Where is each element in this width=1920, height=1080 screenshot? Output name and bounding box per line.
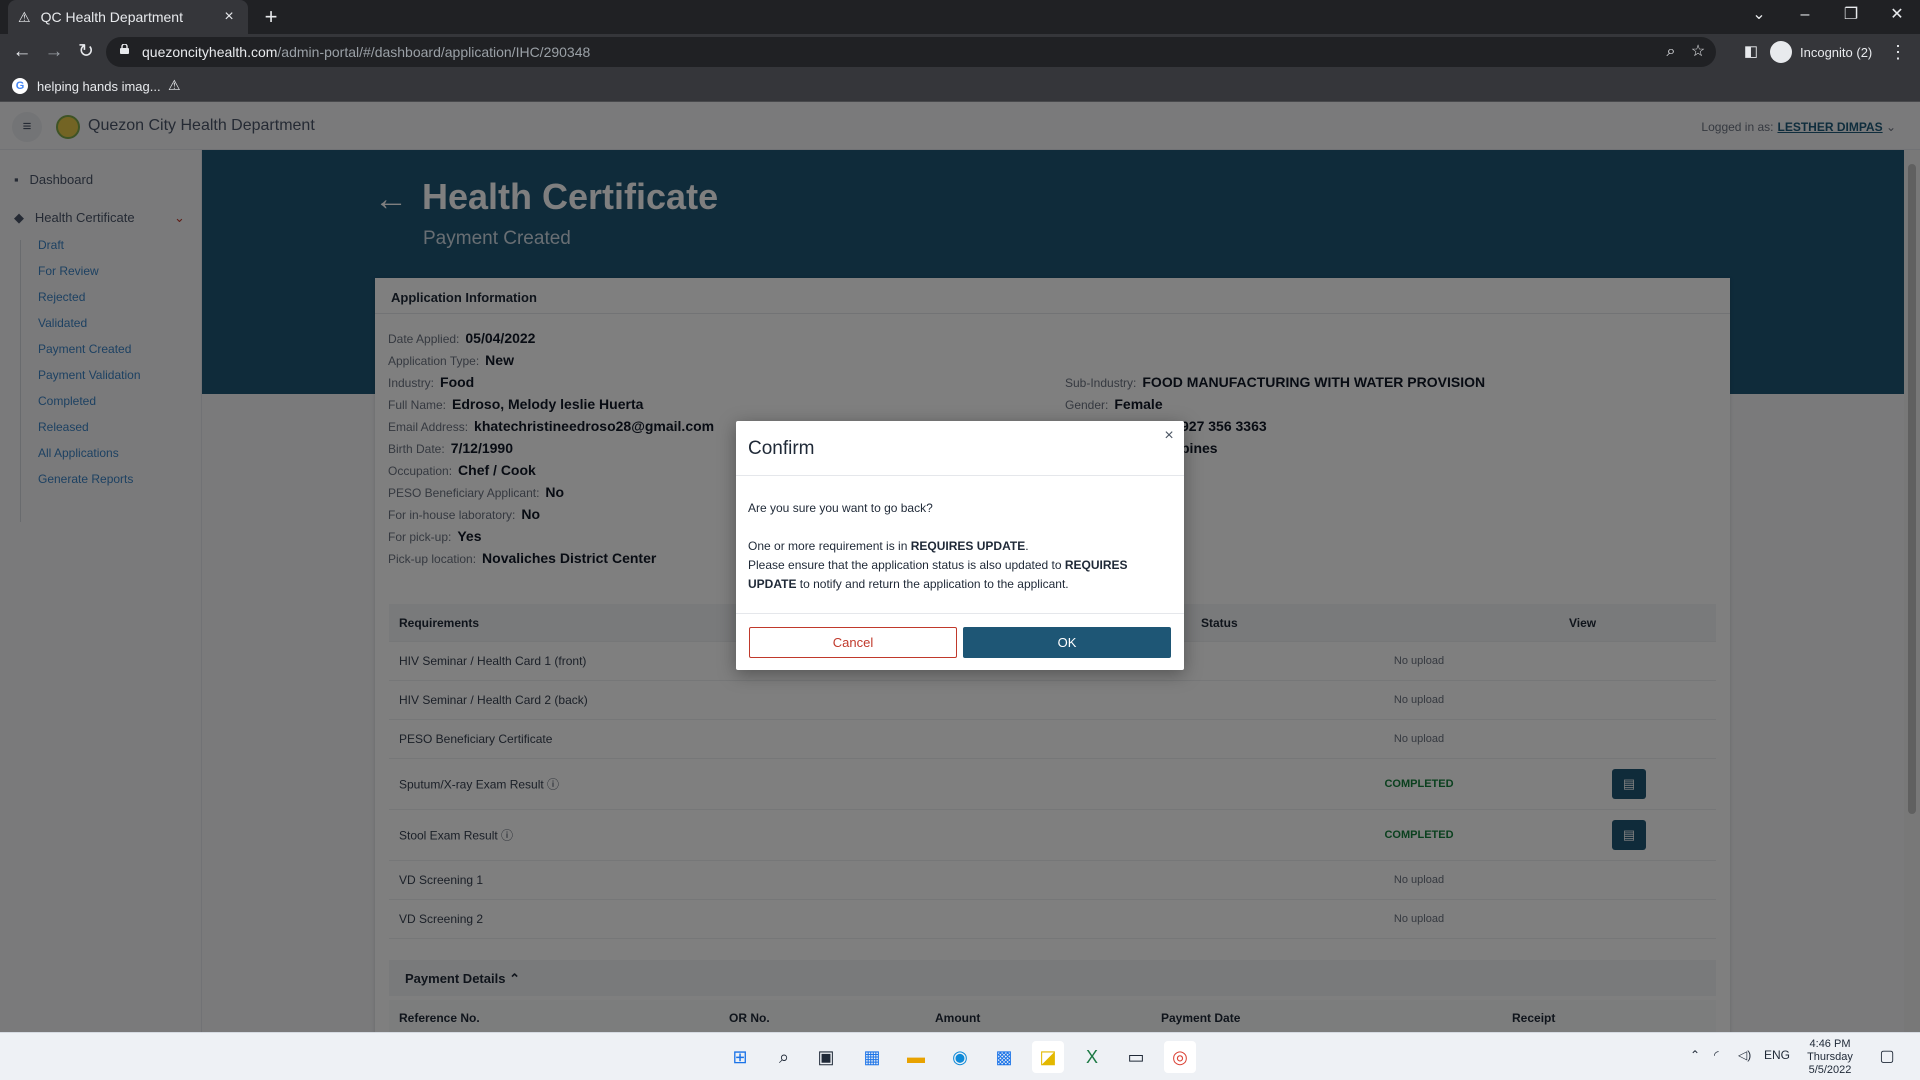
tab-title: QC Health Department [40, 9, 183, 25]
language-indicator[interactable]: ENG [1764, 1048, 1790, 1062]
restore-icon[interactable]: ❐ [1828, 0, 1874, 30]
incognito-icon [1770, 41, 1792, 63]
widgets-icon[interactable]: ▦ [856, 1041, 888, 1073]
side-panel-icon[interactable]: ◧ [1740, 41, 1762, 63]
task-view-icon[interactable]: ▣ [810, 1041, 842, 1073]
window-close-icon[interactable]: ✕ [1874, 0, 1920, 30]
terminal-icon[interactable]: ▭ [1120, 1041, 1152, 1073]
incognito-profile[interactable]: Incognito (2) [1770, 39, 1872, 65]
dialog-divider [736, 613, 1184, 614]
minimize-icon[interactable]: – [1782, 0, 1828, 30]
bookmark-label: helping hands imag... [37, 78, 161, 94]
tab-search-icon[interactable]: ⌄ [1736, 0, 1782, 30]
google-icon: G [12, 78, 28, 94]
ok-button[interactable]: OK [963, 627, 1171, 658]
dialog-body: Are you sure you want to go back? One or… [748, 499, 1172, 594]
reload-icon[interactable]: ↻ [72, 38, 100, 66]
zoom-search-icon[interactable]: ⌕ [1659, 40, 1683, 64]
tab-close-icon[interactable]: × [220, 8, 238, 26]
network-icon[interactable]: ◜ [1714, 1048, 1719, 1062]
dialog-message-1: One or more requirement is in REQUIRES U… [748, 539, 1029, 553]
sticky-notes-icon[interactable]: ◪ [1032, 1041, 1064, 1073]
confirm-dialog: Confirm × Are you sure you want to go ba… [736, 421, 1184, 670]
lock-icon [120, 44, 129, 54]
bookmark-warning-icon[interactable]: ⚠ [168, 77, 181, 94]
volume-icon[interactable]: ◁) [1738, 1048, 1751, 1062]
cancel-button[interactable]: Cancel [749, 627, 957, 658]
back-icon[interactable]: ← [8, 38, 36, 66]
clock[interactable]: 4:46 PM Thursday 5/5/2022 [1800, 1038, 1860, 1077]
notification-icon[interactable]: ▢ [1876, 1046, 1898, 1068]
profile-label: Incognito (2) [1800, 44, 1873, 60]
tray-chevron-icon[interactable]: ⌃ [1690, 1048, 1700, 1062]
dialog-question: Are you sure you want to go back? [748, 501, 933, 515]
url-text: quezoncityhealth.com/admin-portal/#/dash… [142, 44, 591, 60]
bookmark-helping-hands[interactable]: G helping hands imag... [12, 76, 161, 96]
dialog-title: Confirm [748, 438, 815, 459]
bookmarks-bar: G helping hands imag... ⚠ [0, 70, 1920, 102]
taskbar: ⊞ ⌕ ▣ ▦ ▬ ◉ ▩ ◪ X ▭ ◎ ⌃ ◜ ◁) ENG 4:46 PM… [0, 1032, 1920, 1080]
address-bar[interactable]: quezoncityhealth.com/admin-portal/#/dash… [106, 37, 1716, 67]
new-tab-button[interactable]: + [258, 4, 284, 30]
search-icon[interactable]: ⌕ [768, 1041, 800, 1073]
dialog-close-icon[interactable]: × [1160, 427, 1178, 445]
edge-icon[interactable]: ◉ [944, 1041, 976, 1073]
excel-icon[interactable]: X [1076, 1041, 1108, 1073]
chrome-icon[interactable]: ◎ [1164, 1041, 1196, 1073]
tab-strip: ⚠ QC Health Department × + ⌄ – ❐ ✕ [0, 0, 1920, 34]
browser-toolbar: ← → ↻ quezoncityhealth.com/admin-portal/… [0, 34, 1920, 70]
browser-menu-icon[interactable]: ⋮ [1888, 40, 1908, 64]
forward-icon[interactable]: → [40, 38, 68, 66]
bookmark-star-icon[interactable]: ☆ [1686, 40, 1710, 64]
dialog-divider [736, 475, 1184, 476]
dialog-message-2: Please ensure that the application statu… [748, 558, 1128, 591]
start-icon[interactable]: ⊞ [724, 1041, 756, 1073]
warning-icon: ⚠ [18, 8, 31, 25]
store-icon[interactable]: ▩ [988, 1041, 1020, 1073]
file-explorer-icon[interactable]: ▬ [900, 1041, 932, 1073]
browser-tab[interactable]: ⚠ QC Health Department × [8, 0, 248, 34]
